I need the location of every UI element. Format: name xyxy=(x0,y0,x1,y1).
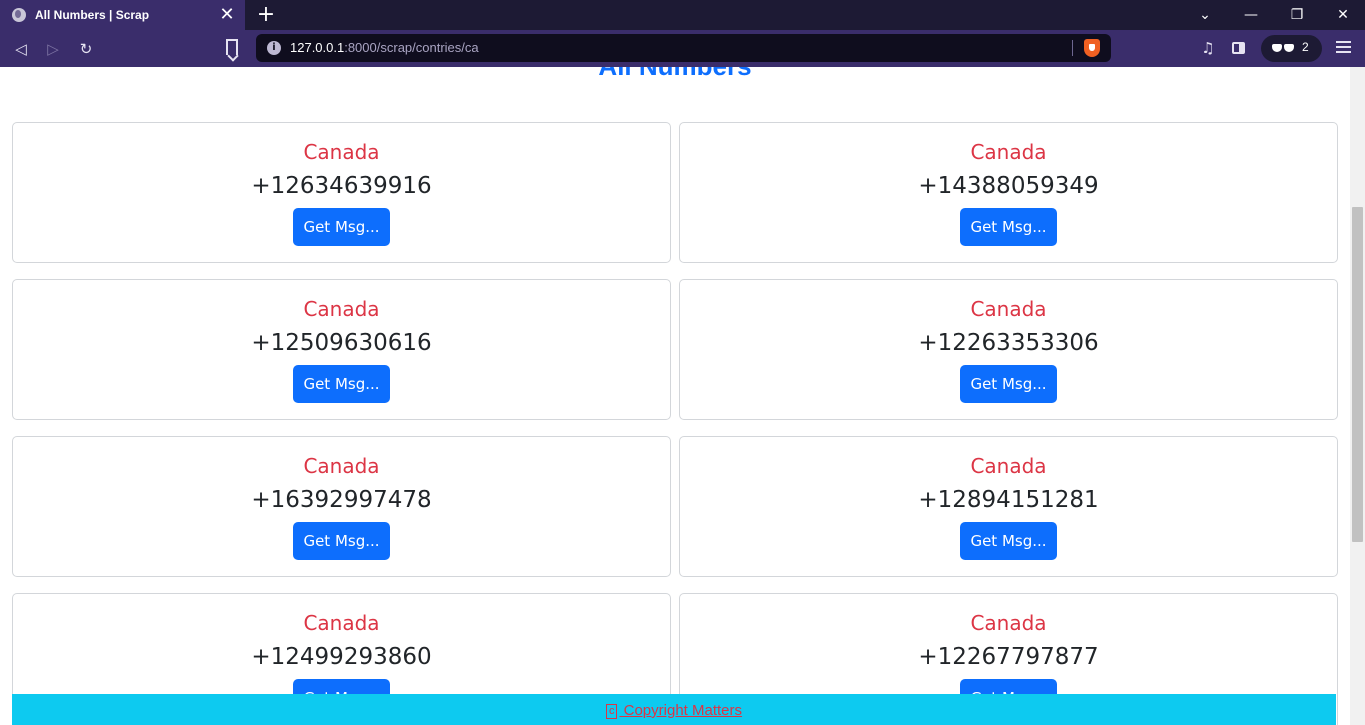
get-msg-button[interactable]: Get Msg... xyxy=(960,522,1057,560)
music-note-icon[interactable]: ♫ xyxy=(1196,36,1220,60)
number-card: Canada +12894151281 Get Msg... xyxy=(679,436,1338,577)
get-msg-button[interactable]: Get Msg... xyxy=(960,365,1057,403)
number-card: Canada +12263353306 Get Msg... xyxy=(679,279,1338,420)
browser-toolbar: ◁ ▷ ↻ i 127.0.0.1:8000/scrap/contries/ca… xyxy=(0,30,1365,67)
bookmark-icon[interactable] xyxy=(226,39,238,55)
tab-search-chevron-icon[interactable]: ⌄ xyxy=(1182,0,1228,30)
card-country: Canada xyxy=(303,611,380,635)
page-viewport: All Numbers Canada +12634639916 Get Msg.… xyxy=(0,67,1350,725)
number-card: Canada +12509630616 Get Msg... xyxy=(12,279,671,420)
minimize-button[interactable]: — xyxy=(1228,0,1274,30)
card-phone-number: +12634639916 xyxy=(251,173,432,199)
brave-shield-icon[interactable] xyxy=(1084,39,1100,57)
footer: c Copyright Matters xyxy=(12,694,1336,725)
page-scrollbar[interactable] xyxy=(1350,67,1365,725)
close-window-button[interactable]: ✕ xyxy=(1320,0,1365,30)
sidebar-icon[interactable] xyxy=(1232,42,1245,54)
card-phone-number: +14388059349 xyxy=(918,173,1099,199)
card-country: Canada xyxy=(970,611,1047,635)
reload-button[interactable]: ↻ xyxy=(74,37,98,61)
page-title: All Numbers xyxy=(0,67,1350,82)
address-bar[interactable]: i 127.0.0.1:8000/scrap/contries/ca xyxy=(256,34,1111,62)
url-divider xyxy=(1072,40,1073,56)
browser-tab[interactable]: All Numbers | Scrap ✕ xyxy=(0,0,245,30)
forward-button[interactable]: ▷ xyxy=(41,37,65,61)
card-phone-number: +12263353306 xyxy=(918,330,1099,356)
tab-title: All Numbers | Scrap xyxy=(35,8,150,22)
card-country: Canada xyxy=(970,297,1047,321)
number-card: Canada +12634639916 Get Msg... xyxy=(12,122,671,263)
glasses-icon xyxy=(1272,44,1294,53)
get-msg-button[interactable]: Get Msg... xyxy=(293,522,390,560)
copyright-link[interactable]: c Copyright Matters xyxy=(605,702,743,719)
card-phone-number: +12894151281 xyxy=(918,487,1099,513)
card-country: Canada xyxy=(303,454,380,478)
restore-button[interactable]: ❐ xyxy=(1274,0,1320,30)
number-card: Canada +14388059349 Get Msg... xyxy=(679,122,1338,263)
scrollbar-thumb[interactable] xyxy=(1352,207,1363,542)
get-msg-button[interactable]: Get Msg... xyxy=(960,208,1057,246)
card-country: Canada xyxy=(970,454,1047,478)
copyright-symbol: c xyxy=(605,704,618,719)
card-phone-number: +16392997478 xyxy=(251,487,432,513)
copyright-text: Copyright Matters xyxy=(619,702,743,719)
close-tab-icon[interactable]: ✕ xyxy=(217,5,237,25)
get-msg-button[interactable]: Get Msg... xyxy=(293,208,390,246)
card-country: Canada xyxy=(303,297,380,321)
tab-bar: All Numbers | Scrap ✕ + ⌄ — ❐ ✕ xyxy=(0,0,1365,30)
globe-icon xyxy=(12,8,26,22)
url-path: :8000/scrap/contries/ca xyxy=(344,40,479,55)
number-card: Canada +16392997478 Get Msg... xyxy=(12,436,671,577)
get-msg-button[interactable]: Get Msg... xyxy=(293,365,390,403)
url-host: 127.0.0.1 xyxy=(290,40,345,55)
card-phone-number: +12509630616 xyxy=(251,330,432,356)
hamburger-menu-icon[interactable] xyxy=(1336,41,1351,54)
back-button[interactable]: ◁ xyxy=(9,37,33,61)
card-country: Canada xyxy=(303,140,380,164)
new-tab-button[interactable]: + xyxy=(255,3,277,27)
window-count: 2 xyxy=(1302,40,1309,54)
card-phone-number: +12267797877 xyxy=(918,644,1099,670)
site-info-icon[interactable]: i xyxy=(267,41,281,55)
card-phone-number: +12499293860 xyxy=(251,644,432,670)
url-text[interactable]: 127.0.0.1:8000/scrap/contries/ca xyxy=(290,40,479,55)
card-country: Canada xyxy=(970,140,1047,164)
private-windows-badge[interactable]: 2 xyxy=(1261,35,1322,62)
